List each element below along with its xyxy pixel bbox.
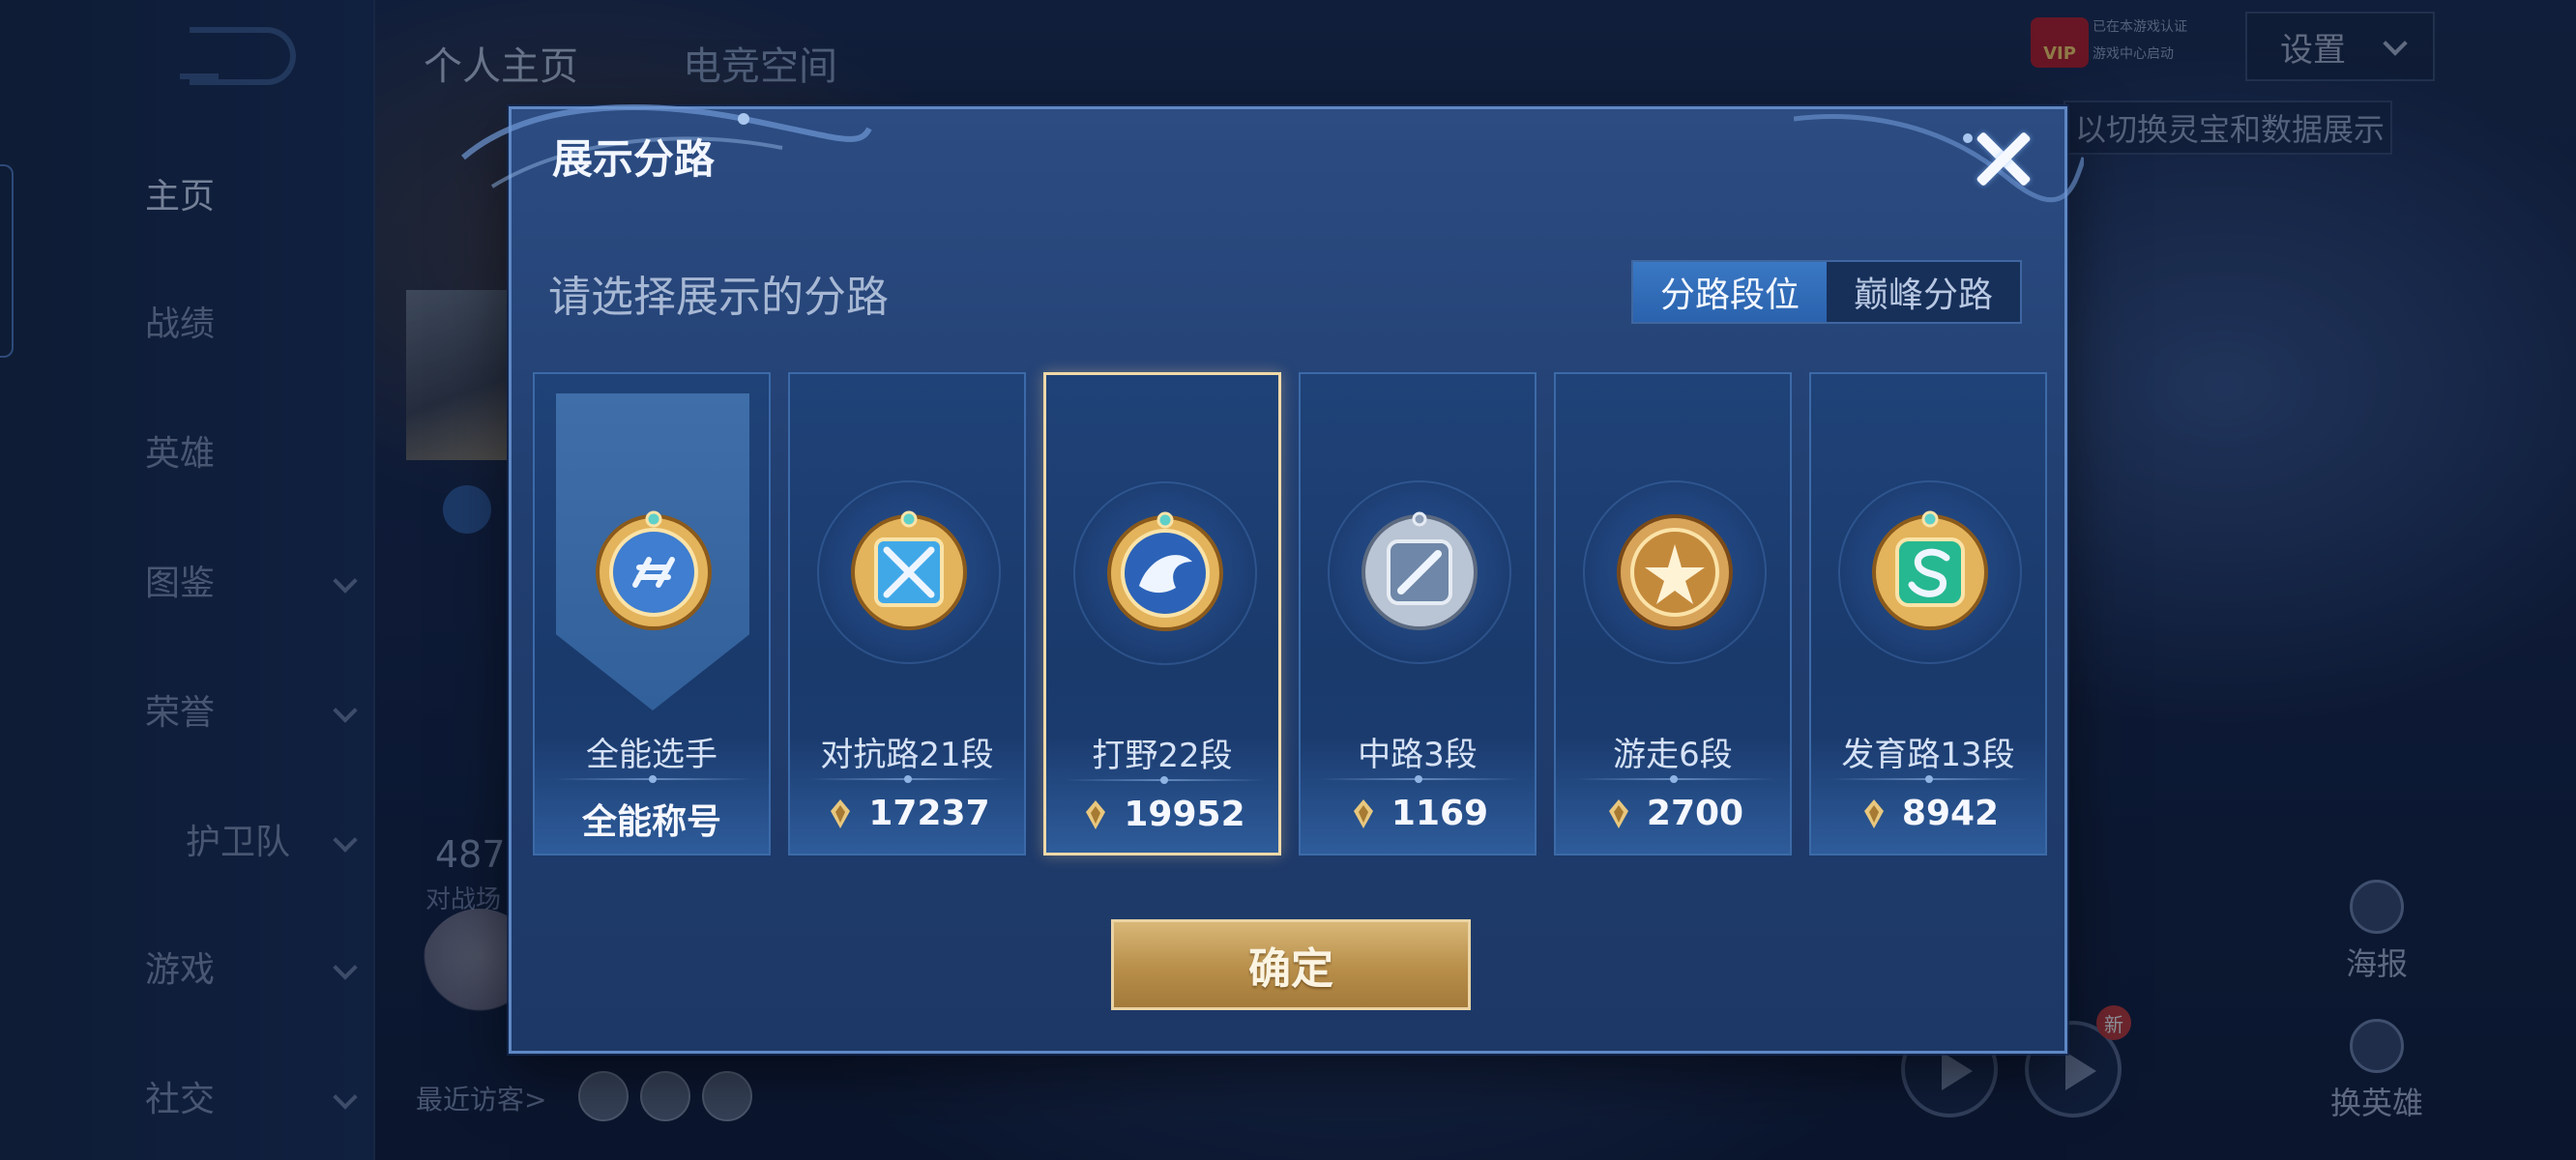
lane-card-jungle[interactable]: 打野22段 19952 bbox=[1043, 372, 1281, 856]
lane-value: 1169 bbox=[1301, 794, 1535, 833]
lane-card-all-round[interactable]: 全能选手 全能称号 bbox=[533, 372, 771, 856]
lane-value: 19952 bbox=[1046, 795, 1278, 834]
lane-card-mid[interactable]: 中路3段 1169 bbox=[1299, 372, 1537, 856]
lane-card-farm[interactable]: 发育路13段 8942 bbox=[1809, 372, 2047, 856]
dialog-title: 展示分路 bbox=[552, 135, 716, 183]
lane-name: 游走6段 bbox=[1613, 736, 1733, 774]
lane-display-dialog: 展示分路 请选择展示的分路 分路段位 巅峰分路 全能选手 全能称号 对抗路21段… bbox=[461, 104, 2084, 1054]
rank-points-icon bbox=[1353, 798, 1373, 828]
mid-lane-emblem-icon bbox=[1361, 511, 1478, 630]
lane-value: 8942 bbox=[1811, 794, 2045, 833]
lane-type-toggle: 分路段位 巅峰分路 bbox=[1631, 260, 2022, 324]
confirm-button[interactable]: 确定 bbox=[1111, 919, 1471, 1010]
dialog-subtitle: 请选择展示的分路 bbox=[548, 273, 889, 322]
clash-lane-emblem-icon bbox=[851, 510, 967, 630]
tab-peak-lane[interactable]: 巅峰分路 bbox=[1827, 262, 2020, 322]
rank-points-icon bbox=[1086, 799, 1106, 829]
lane-card-list: 全能选手 全能称号 对抗路21段 17237 打野22段 19952 中路3段 … bbox=[533, 372, 2051, 856]
lane-name: 对抗路21段 bbox=[820, 736, 994, 774]
lane-name: 中路3段 bbox=[1358, 736, 1478, 774]
lane-value: 全能称号 bbox=[581, 802, 721, 842]
tab-lane-rank[interactable]: 分路段位 bbox=[1633, 262, 1827, 322]
rank-points-icon bbox=[1863, 798, 1884, 828]
lane-name: 全能选手 bbox=[586, 736, 717, 774]
roam-emblem-icon bbox=[1617, 514, 1733, 630]
all-round-emblem-icon bbox=[596, 510, 712, 630]
lane-value: 2700 bbox=[1556, 794, 1790, 833]
rank-points-icon bbox=[1608, 798, 1628, 828]
farm-lane-emblem-icon bbox=[1872, 510, 1988, 630]
lane-value: 17237 bbox=[790, 794, 1024, 833]
lane-name: 打野22段 bbox=[1092, 737, 1233, 775]
jungle-emblem-icon bbox=[1107, 511, 1223, 631]
lane-card-clash[interactable]: 对抗路21段 17237 bbox=[788, 372, 1026, 856]
lane-name: 发育路13段 bbox=[1841, 736, 2015, 774]
lane-card-roam[interactable]: 游走6段 2700 bbox=[1554, 372, 1792, 856]
close-icon[interactable] bbox=[1970, 125, 2037, 192]
decorative-flourish bbox=[1794, 114, 2084, 203]
rank-points-icon bbox=[831, 798, 851, 828]
